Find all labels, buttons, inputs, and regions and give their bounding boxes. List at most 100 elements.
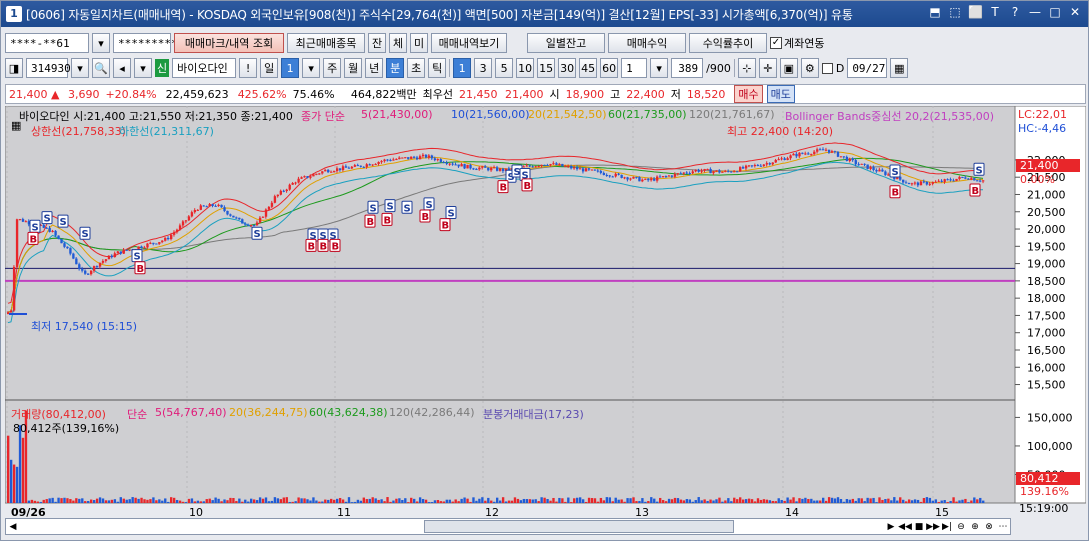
tools-icon[interactable]: ⊹ bbox=[737, 58, 756, 78]
period-year[interactable]: 년 bbox=[365, 58, 384, 78]
candle-body bbox=[490, 167, 493, 171]
link-chain-icon[interactable]: ⊗ bbox=[982, 522, 996, 532]
volume-bar bbox=[490, 500, 493, 503]
volume-bar bbox=[531, 499, 534, 503]
calendar-icon[interactable]: ▦ bbox=[890, 58, 909, 78]
zoom-out-icon[interactable]: ⊖ bbox=[954, 522, 968, 532]
volume-bar bbox=[970, 500, 973, 503]
volume-bar bbox=[475, 500, 478, 503]
link-icon[interactable]: ⬒ bbox=[928, 5, 942, 19]
candle-body bbox=[650, 178, 653, 181]
play-icon[interactable]: ▶| bbox=[940, 522, 954, 532]
crosshair-icon[interactable]: ✛ bbox=[758, 58, 777, 78]
period-minute[interactable]: 분 bbox=[386, 58, 405, 78]
candle-body bbox=[478, 167, 481, 170]
code-dropdown[interactable]: ▾ bbox=[71, 58, 89, 78]
return-trend-button[interactable]: 수익률추이 bbox=[689, 33, 767, 53]
period-tick[interactable]: 틱 bbox=[428, 58, 447, 78]
chart-area[interactable]: SSSBSSBSSSSBBBSSSSSBBBBSSSBBSBSB 22,0002… bbox=[4, 105, 1088, 536]
volume-bar bbox=[315, 500, 318, 503]
price-legend-name: 바이오다인 시:21,400 고:21,550 저:21,350 종:21,40… bbox=[19, 110, 293, 123]
interval-10[interactable]: 10 bbox=[516, 58, 535, 78]
candle-body bbox=[484, 166, 487, 168]
volume-bar bbox=[747, 498, 751, 503]
sell-button[interactable]: 매도 bbox=[766, 85, 795, 103]
scroll-left-icon[interactable]: ◀ bbox=[6, 522, 20, 532]
period-day[interactable]: 일 bbox=[260, 58, 279, 78]
date-field[interactable]: 09/27 bbox=[847, 58, 888, 78]
candle-body bbox=[555, 163, 558, 166]
font-icon[interactable]: T bbox=[988, 5, 1002, 19]
volume-bar bbox=[60, 498, 63, 503]
daily-balance-button[interactable]: 일별잔고 bbox=[527, 33, 605, 53]
speaker-dropdown[interactable]: ▾ bbox=[134, 58, 152, 78]
more-icon[interactable]: ⋯ bbox=[996, 522, 1010, 532]
price-volume-chart[interactable]: SSSBSSBSSSSBBBSSSSSBBBBSSSBBSBSB 22,0002… bbox=[4, 105, 1087, 536]
balance-button[interactable]: 잔 bbox=[368, 33, 386, 53]
day-count[interactable]: 1 bbox=[281, 58, 300, 78]
checkbox-icon[interactable]: ✓ bbox=[770, 37, 782, 49]
period-month[interactable]: 월 bbox=[344, 58, 363, 78]
window-title: [0606] 자동일지차트(매매내역) - KOSDAQ 외국인보유[908(천… bbox=[26, 7, 853, 22]
recent-trades-button[interactable]: 최근매매종목 bbox=[287, 33, 365, 53]
sound-icon[interactable]: ◂ bbox=[113, 58, 131, 78]
filled-button[interactable]: 체 bbox=[389, 33, 407, 53]
interval-3[interactable]: 3 bbox=[474, 58, 493, 78]
floppy-icon[interactable]: ▣ bbox=[779, 58, 798, 78]
count-dropdown[interactable]: ▾ bbox=[650, 58, 669, 78]
account-link-checkbox[interactable]: ✓ 계좌연동 bbox=[770, 35, 824, 51]
unfilled-button[interactable]: 미 bbox=[410, 33, 428, 53]
candle-body bbox=[602, 172, 606, 176]
alert-icon[interactable]: ! bbox=[239, 58, 258, 78]
day-dropdown[interactable]: ▾ bbox=[302, 58, 321, 78]
buy-marker-label: B bbox=[384, 215, 392, 226]
interval-5[interactable]: 5 bbox=[495, 58, 514, 78]
candle-body bbox=[614, 173, 617, 177]
candle-body bbox=[51, 230, 54, 232]
candle-body bbox=[573, 167, 576, 169]
scroll-right-icon[interactable]: ▶ bbox=[884, 522, 898, 532]
chart-type-icon[interactable]: ◨ bbox=[5, 58, 23, 78]
period-second[interactable]: 초 bbox=[407, 58, 426, 78]
code-field[interactable]: 314930 bbox=[26, 58, 71, 78]
candle-body bbox=[709, 168, 712, 174]
interval-30[interactable]: 30 bbox=[558, 58, 577, 78]
buy-button[interactable]: 매수 bbox=[734, 85, 763, 103]
volume-bar bbox=[181, 501, 185, 503]
candle-body bbox=[656, 176, 659, 181]
trade-history-button[interactable]: 매매내역보기 bbox=[431, 33, 507, 53]
interval-1[interactable]: 1 bbox=[453, 58, 472, 78]
first-icon[interactable]: ◀◀ bbox=[898, 522, 912, 532]
close-icon[interactable]: ✕ bbox=[1068, 5, 1082, 19]
interval-45[interactable]: 45 bbox=[579, 58, 598, 78]
password-field[interactable]: ********* bbox=[113, 33, 178, 53]
interval-15[interactable]: 15 bbox=[537, 58, 556, 78]
minimize-icon[interactable]: — bbox=[1028, 5, 1042, 19]
trade-profit-button[interactable]: 매매수익 bbox=[608, 33, 686, 53]
account-field[interactable]: ****-**61 bbox=[5, 33, 89, 53]
search-icon[interactable]: 🔍 bbox=[92, 58, 110, 78]
account-dropdown[interactable]: ▾ bbox=[92, 33, 110, 53]
candle-body bbox=[54, 230, 57, 236]
count-field[interactable]: 389 bbox=[671, 58, 704, 78]
date-checkbox[interactable] bbox=[821, 62, 833, 74]
zoom-in-icon[interactable]: ⊕ bbox=[968, 522, 982, 532]
settings-icon[interactable]: ⚙ bbox=[800, 58, 819, 78]
period-week[interactable]: 주 bbox=[323, 58, 342, 78]
save-icon[interactable]: ⬚ bbox=[948, 5, 962, 19]
chart-scrollbar[interactable]: ◀ ▶ ◀◀ ■ ▶▶ ▶| ⊖ ⊕ ⊗ ⋯ bbox=[5, 518, 1011, 535]
trade-mark-button[interactable]: 매매마크/내역 조회 bbox=[174, 33, 284, 53]
vol-ma120: 120(42,286,44) bbox=[389, 406, 475, 419]
candle-body bbox=[433, 158, 437, 161]
help-icon[interactable]: ? bbox=[1008, 5, 1022, 19]
scroll-track[interactable] bbox=[20, 520, 884, 533]
volume-bar bbox=[727, 498, 730, 503]
candle-body bbox=[457, 164, 460, 167]
maximize-icon[interactable]: □ bbox=[1048, 5, 1062, 19]
stop-icon[interactable]: ■ bbox=[912, 522, 926, 532]
scroll-thumb[interactable] bbox=[424, 520, 734, 533]
layout-icon[interactable]: ⬜ bbox=[968, 5, 983, 19]
last-icon[interactable]: ▶▶ bbox=[926, 522, 940, 532]
count-select[interactable]: 1 bbox=[621, 58, 648, 78]
interval-60[interactable]: 60 bbox=[600, 58, 619, 78]
